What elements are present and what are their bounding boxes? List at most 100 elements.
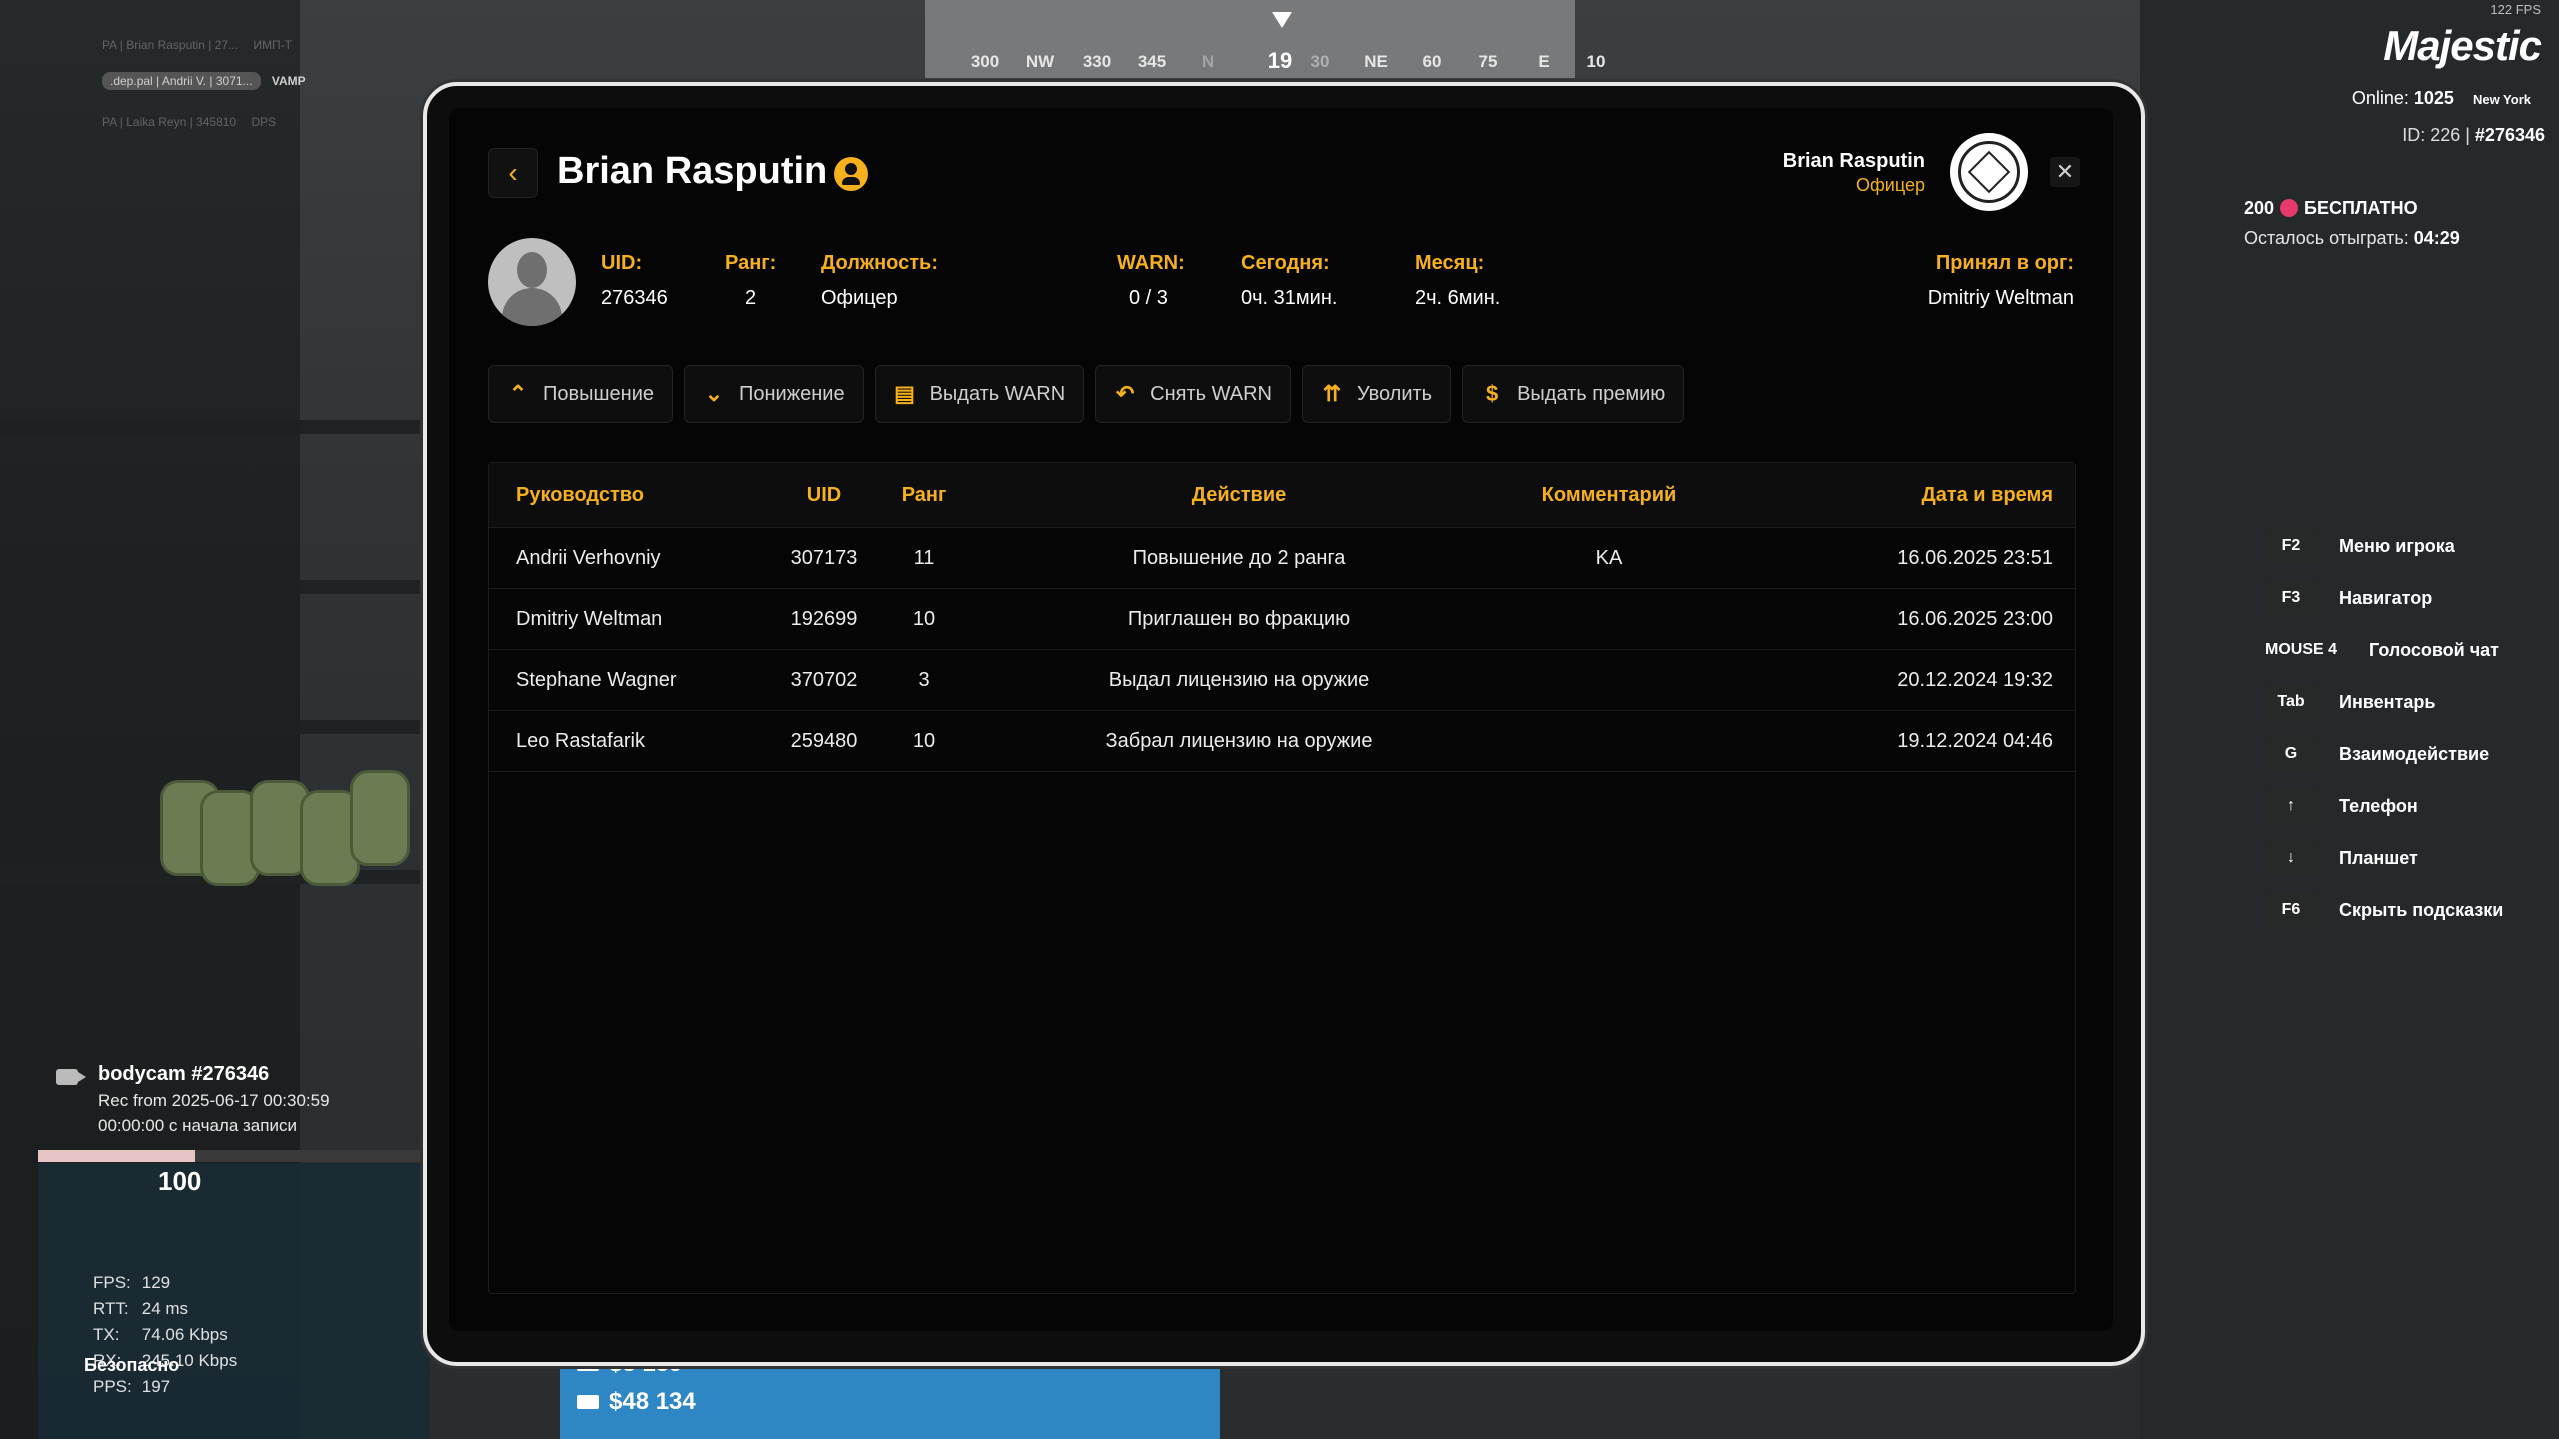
issue-warn-button[interactable]: ▤ Выдать WARN [874, 365, 1085, 423]
cell-comment: KA [1595, 547, 1623, 569]
online-label: Online: [2351, 88, 2409, 108]
cell-rank: 11 [913, 547, 935, 569]
stat-label: Ранг: [725, 252, 777, 274]
fire-button[interactable]: ⇈ Уволить [1301, 365, 1452, 423]
online-counter: Online: 1025 New York [2352, 88, 2531, 109]
bonus-coin-icon [2280, 199, 2299, 217]
hint-inventory: Tab Инвентарь [2265, 676, 2545, 728]
stat-label: Месяц: [1415, 252, 1485, 274]
cell-manager: Dmitriy Weltman [516, 608, 663, 630]
stat-value: 2 [745, 287, 757, 309]
promote-button[interactable]: ⌃ Повышение [488, 365, 674, 423]
compass-label: E [1538, 52, 1550, 71]
hint-phone: ↑ Телефон [2265, 780, 2545, 832]
health-bar [38, 1150, 430, 1162]
column-header: UID [806, 484, 842, 506]
server-logo: Majestic [2383, 22, 2542, 69]
button-label: Снять WARN [1150, 382, 1272, 405]
close-button[interactable]: ✕ [2050, 157, 2080, 187]
avatar [488, 238, 576, 326]
cell-action: Приглашен во фракцию [1127, 608, 1351, 630]
cell-uid: 259480 [790, 730, 858, 752]
table-row: Dmitriy Weltman 192699 10 Приглашен во ф… [489, 589, 2075, 650]
action-bar: ⌃ Повышение ⌄ Понижение ▤ Выдать WARN ↶ Снят… [488, 365, 1685, 423]
bank-balance: $48 134 [577, 1388, 696, 1416]
stat-label: WARN: [1117, 252, 1185, 274]
compass-label: 10 [1586, 52, 1606, 71]
bank-value: $48 134 [609, 1388, 696, 1415]
compass-pointer-icon [1272, 12, 1292, 28]
player-label: .dep.pal | Andrii V. | 3071... [102, 72, 261, 90]
hint-label: Планшет [2339, 847, 2418, 868]
cell-manager: Andrii Verhovniy [516, 547, 661, 569]
button-label: Выдать премию [1517, 382, 1666, 405]
safe-zone-status: Безопасно [84, 1355, 180, 1375]
hint-label: Меню игрока [2339, 535, 2455, 556]
button-label: Повышение [543, 382, 655, 405]
hint-hide-hints: F6 Скрыть подсказки [2265, 884, 2545, 936]
hint-interaction: G Взаимодействие [2265, 728, 2545, 780]
bonus-amount: 200 [2244, 198, 2275, 218]
column-header: Дата и время [1921, 484, 2053, 506]
cell-uid: 192699 [790, 608, 858, 630]
history-table: Руководство UID Ранг Действие Комментари… [488, 462, 2076, 1294]
cell-uid: 307173 [790, 547, 858, 569]
cell-action: Повышение до 2 ранга [1132, 547, 1346, 569]
cell-action: Выдал лицензию на оружие [1108, 669, 1370, 691]
player-id: ID: 226 | #276346 [2402, 125, 2545, 146]
compass-label: 330 [1082, 52, 1112, 71]
tx-value: 74.06 Kbps [141, 1325, 228, 1344]
stat-uid: UID: 276346 [601, 252, 668, 310]
cell-manager: Stephane Wagner [516, 669, 677, 691]
button-label: Понижение [739, 382, 845, 405]
current-user-name: Brian Rasputin [1782, 150, 1925, 172]
column-header: Ранг [901, 484, 947, 506]
demote-button[interactable]: ⌄ Понижение [684, 365, 864, 423]
issue-bonus-button[interactable]: $ Выдать премию [1462, 365, 1685, 423]
id-label: ID: 226 | [2402, 125, 2470, 145]
hint-player-menu: F2 Меню игрока [2265, 520, 2545, 572]
coin-icon: $ [1485, 381, 1499, 406]
compass-label: 30 [1310, 52, 1330, 71]
hint-label: Телефон [2339, 795, 2418, 816]
stat-accepted-by: Принял в орг: Dmitriy Weltman [1928, 252, 2074, 310]
bonus-label: БЕСПЛАТНО [2304, 198, 2418, 218]
stat-value: 0 / 3 [1129, 287, 1168, 309]
hint-tablet: ↓ Планшет [2265, 832, 2545, 884]
stat-value: Офицер [821, 287, 898, 309]
player-tag: ИМП-Т [253, 38, 293, 52]
compass-label: NE [1364, 52, 1388, 71]
grenade-can [350, 770, 410, 866]
cell-datetime: 19.12.2024 04:46 [1897, 730, 2053, 752]
department-seal-icon [1950, 133, 2028, 211]
player-name: Brian Rasputin [557, 150, 828, 192]
hint-key: MOUSE 4 [2265, 641, 2338, 658]
table-header: Руководство UID Ранг Действие Комментари… [489, 463, 2075, 528]
back-button[interactable]: ‹ [488, 148, 538, 198]
nearby-player: PA | Brian Rasputin | 27... ИМП-Т [102, 38, 292, 52]
bodycam-rec-time: Rec from 2025-06-17 00:30:59 [98, 1091, 330, 1110]
hint-key: F3 [2265, 580, 2317, 616]
health-bar-fill [38, 1150, 195, 1162]
nearby-player: .dep.pal | Andrii V. | 3071... VAMP [102, 72, 306, 90]
stat-month: Месяц: 2ч. 6мин. [1415, 252, 1500, 310]
rtt-label: RTT: [93, 1299, 129, 1318]
camera-icon [56, 1069, 86, 1085]
arrow-up-icon: ↑ [2265, 788, 2317, 824]
compass-labels: 300 NW 330 345 N 19 30 NE 60 75 E 10 [960, 48, 1610, 76]
fps-label: FPS: [93, 1273, 131, 1292]
hint-label: Скрыть подсказки [2339, 899, 2504, 920]
stat-value: Dmitriy Weltman [1927, 287, 2074, 309]
remain-label: Осталось отыграть: [2244, 228, 2409, 248]
hint-key: F6 [2265, 892, 2317, 928]
cell-action: Забрал лицензию на оружие [1105, 730, 1373, 752]
column-header: Руководство [516, 484, 645, 506]
warn-icon: ▤ [894, 381, 915, 406]
stat-today: Сегодня: 0ч. 31мин. [1241, 252, 1337, 310]
cell-datetime: 16.06.2025 23:51 [1897, 547, 2053, 569]
table-row: Stephane Wagner 370702 3 Выдал лицензию … [489, 650, 2075, 711]
hint-label: Навигатор [2339, 587, 2433, 608]
network-stats: FPS: 129 RTT: 24 ms TX: 74.06 Kbps RX: 2… [93, 1270, 237, 1400]
remove-warn-button[interactable]: ↶ Снять WARN [1095, 365, 1291, 423]
table-row: Andrii Verhovniy 307173 11 Повышение до … [489, 528, 2075, 589]
